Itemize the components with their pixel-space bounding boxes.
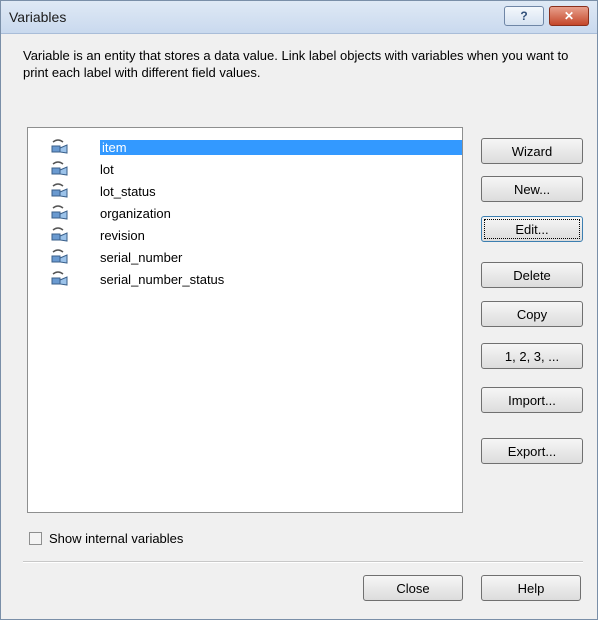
title-bar: Variables ? ✕ [1,1,597,34]
list-item-label: organization [100,205,171,221]
variable-icon [51,271,68,286]
variable-icon [51,249,68,264]
variables-dialog: Variables ? ✕ Variable is an entity that… [0,0,598,620]
title-help-button[interactable]: ? [504,6,544,26]
variable-icon [51,205,68,220]
variable-icon [51,183,68,198]
list-item[interactable]: serial_number [50,246,462,268]
list-item[interactable]: item [50,136,462,158]
list-item-label: serial_number_status [100,271,225,287]
divider [23,561,583,563]
new-button[interactable]: New... [481,176,583,202]
list-item[interactable]: lot [50,158,462,180]
show-internal-row[interactable]: Show internal variables [29,531,183,546]
list-item[interactable]: serial_number_status [50,268,462,290]
description-text: Variable is an entity that stores a data… [23,48,569,80]
list-item-label: item [100,139,462,155]
delete-button[interactable]: Delete [481,262,583,288]
export-button[interactable]: Export... [481,438,583,464]
import-button[interactable]: Import... [481,387,583,413]
list-item-label: lot_status [100,183,156,199]
list-item-label: revision [100,227,145,243]
variable-icon [51,227,68,242]
variable-icon [51,139,68,154]
title-close-button[interactable]: ✕ [549,6,589,26]
wizard-button[interactable]: Wizard [481,138,583,164]
variables-list[interactable]: item lot lot_status organization revisio… [27,127,463,513]
show-internal-checkbox[interactable] [29,532,42,545]
numbering-button[interactable]: 1, 2, 3, ... [481,343,583,369]
close-button[interactable]: Close [363,575,463,601]
list-item[interactable]: lot_status [50,180,462,202]
copy-button[interactable]: Copy [481,301,583,327]
window-title: Variables [9,9,67,25]
edit-button[interactable]: Edit... [481,216,583,242]
list-item-label: serial_number [100,249,183,265]
show-internal-label: Show internal variables [49,531,184,546]
help-button[interactable]: Help [481,575,581,601]
list-item[interactable]: revision [50,224,462,246]
list-item[interactable]: organization [50,202,462,224]
variable-icon [51,161,68,176]
list-item-label: lot [100,161,114,177]
